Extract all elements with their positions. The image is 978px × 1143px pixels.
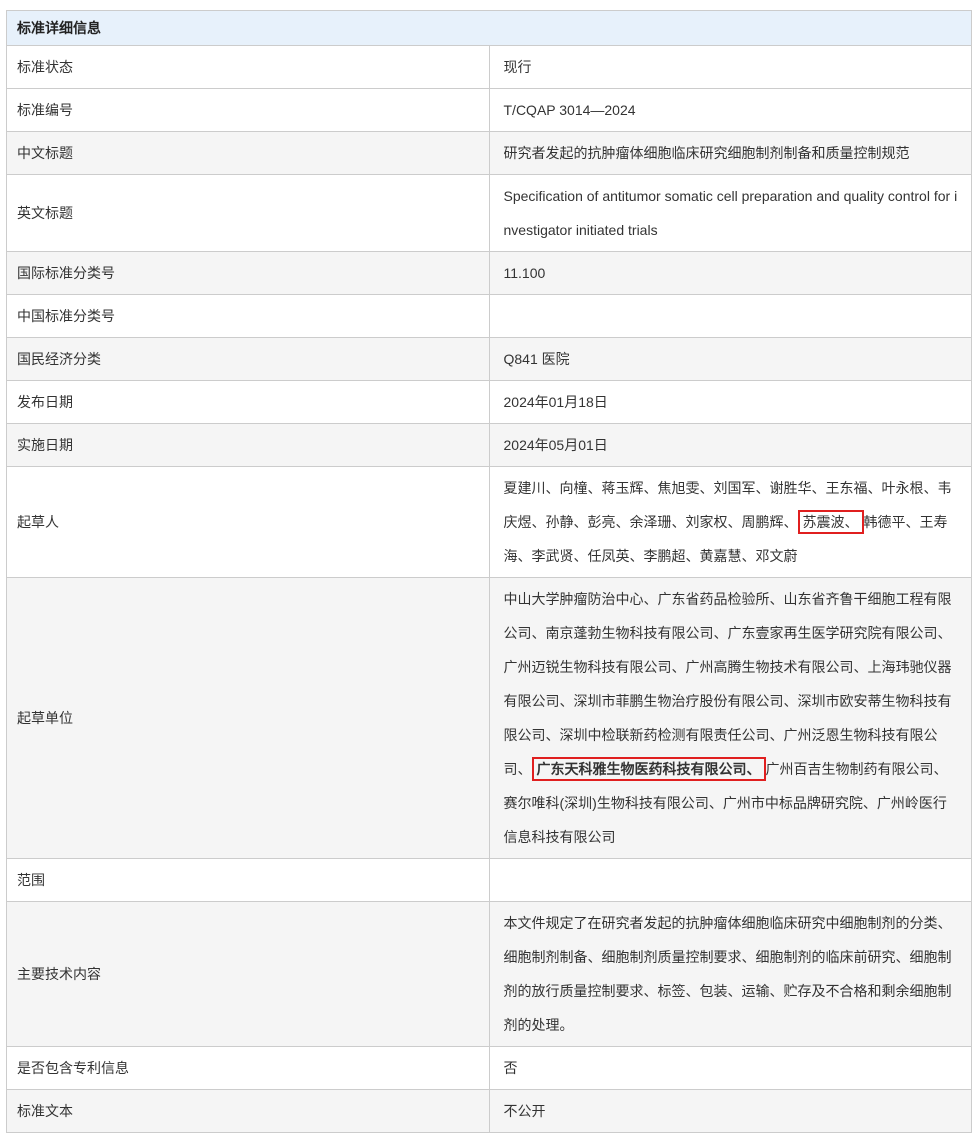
row-label: 主要技术内容 [7, 902, 490, 1047]
row-value [489, 859, 972, 902]
standard-detail-page: 标准详细信息 标准状态 现行 标准编号 T/CQAP 3014—2024 中文标… [0, 0, 978, 1143]
row-value: 不公开 [489, 1090, 972, 1133]
row-label: 实施日期 [7, 424, 490, 467]
table-row-ccs: 中国标准分类号 [7, 295, 972, 338]
row-value: 夏建川、向橦、蒋玉辉、焦旭雯、刘国军、谢胜华、王东福、叶永根、韦庆煜、孙静、彭亮… [489, 467, 972, 578]
highlight-box-drafter: 苏震波、 [798, 510, 864, 534]
table-row-title-en: 英文标题 Specification of antitumor somatic … [7, 175, 972, 252]
table-row-number: 标准编号 T/CQAP 3014—2024 [7, 89, 972, 132]
row-value: 研究者发起的抗肿瘤体细胞临床研究细胞制剂制备和质量控制规范 [489, 132, 972, 175]
table-header-row: 标准详细信息 [7, 11, 972, 46]
row-label: 标准文本 [7, 1090, 490, 1133]
row-label: 起草人 [7, 467, 490, 578]
row-label: 起草单位 [7, 578, 490, 859]
page-title: 标准详细信息 [7, 11, 972, 46]
row-value: Q841 医院 [489, 338, 972, 381]
table-row-patent: 是否包含专利信息 否 [7, 1047, 972, 1090]
table-row-title-cn: 中文标题 研究者发起的抗肿瘤体细胞临床研究细胞制剂制备和质量控制规范 [7, 132, 972, 175]
table-row-scope: 范围 [7, 859, 972, 902]
units-text-before: 中山大学肿瘤防治中心、广东省药品检验所、山东省齐鲁干细胞工程有限公司、南京蓬勃生… [504, 591, 952, 777]
table-row-units: 起草单位 中山大学肿瘤防治中心、广东省药品检验所、山东省齐鲁干细胞工程有限公司、… [7, 578, 972, 859]
row-value: 11.100 [489, 252, 972, 295]
table-row-content: 主要技术内容 本文件规定了在研究者发起的抗肿瘤体细胞临床研究中细胞制剂的分类、细… [7, 902, 972, 1047]
table-row-status: 标准状态 现行 [7, 46, 972, 89]
highlight-box-unit: 广东天科雅生物医药科技有限公司、 [532, 757, 766, 781]
row-value: Specification of antitumor somatic cell … [489, 175, 972, 252]
row-value: 2024年05月01日 [489, 424, 972, 467]
row-label: 是否包含专利信息 [7, 1047, 490, 1090]
table-row-economy: 国民经济分类 Q841 医院 [7, 338, 972, 381]
table-row-drafters: 起草人 夏建川、向橦、蒋玉辉、焦旭雯、刘国军、谢胜华、王东福、叶永根、韦庆煜、孙… [7, 467, 972, 578]
row-label: 范围 [7, 859, 490, 902]
table-row-text: 标准文本 不公开 [7, 1090, 972, 1133]
row-value: 现行 [489, 46, 972, 89]
row-value: 2024年01月18日 [489, 381, 972, 424]
row-label: 国际标准分类号 [7, 252, 490, 295]
row-label: 中国标准分类号 [7, 295, 490, 338]
row-value [489, 295, 972, 338]
row-label: 标准状态 [7, 46, 490, 89]
row-label: 发布日期 [7, 381, 490, 424]
table-row-pub-date: 发布日期 2024年01月18日 [7, 381, 972, 424]
row-label: 中文标题 [7, 132, 490, 175]
standard-detail-table: 标准详细信息 标准状态 现行 标准编号 T/CQAP 3014—2024 中文标… [6, 10, 972, 1133]
table-row-ics: 国际标准分类号 11.100 [7, 252, 972, 295]
row-label: 标准编号 [7, 89, 490, 132]
row-label: 英文标题 [7, 175, 490, 252]
row-value: T/CQAP 3014—2024 [489, 89, 972, 132]
table-row-impl-date: 实施日期 2024年05月01日 [7, 424, 972, 467]
row-value: 中山大学肿瘤防治中心、广东省药品检验所、山东省齐鲁干细胞工程有限公司、南京蓬勃生… [489, 578, 972, 859]
row-label: 国民经济分类 [7, 338, 490, 381]
row-value: 本文件规定了在研究者发起的抗肿瘤体细胞临床研究中细胞制剂的分类、细胞制剂制备、细… [489, 902, 972, 1047]
row-value: 否 [489, 1047, 972, 1090]
